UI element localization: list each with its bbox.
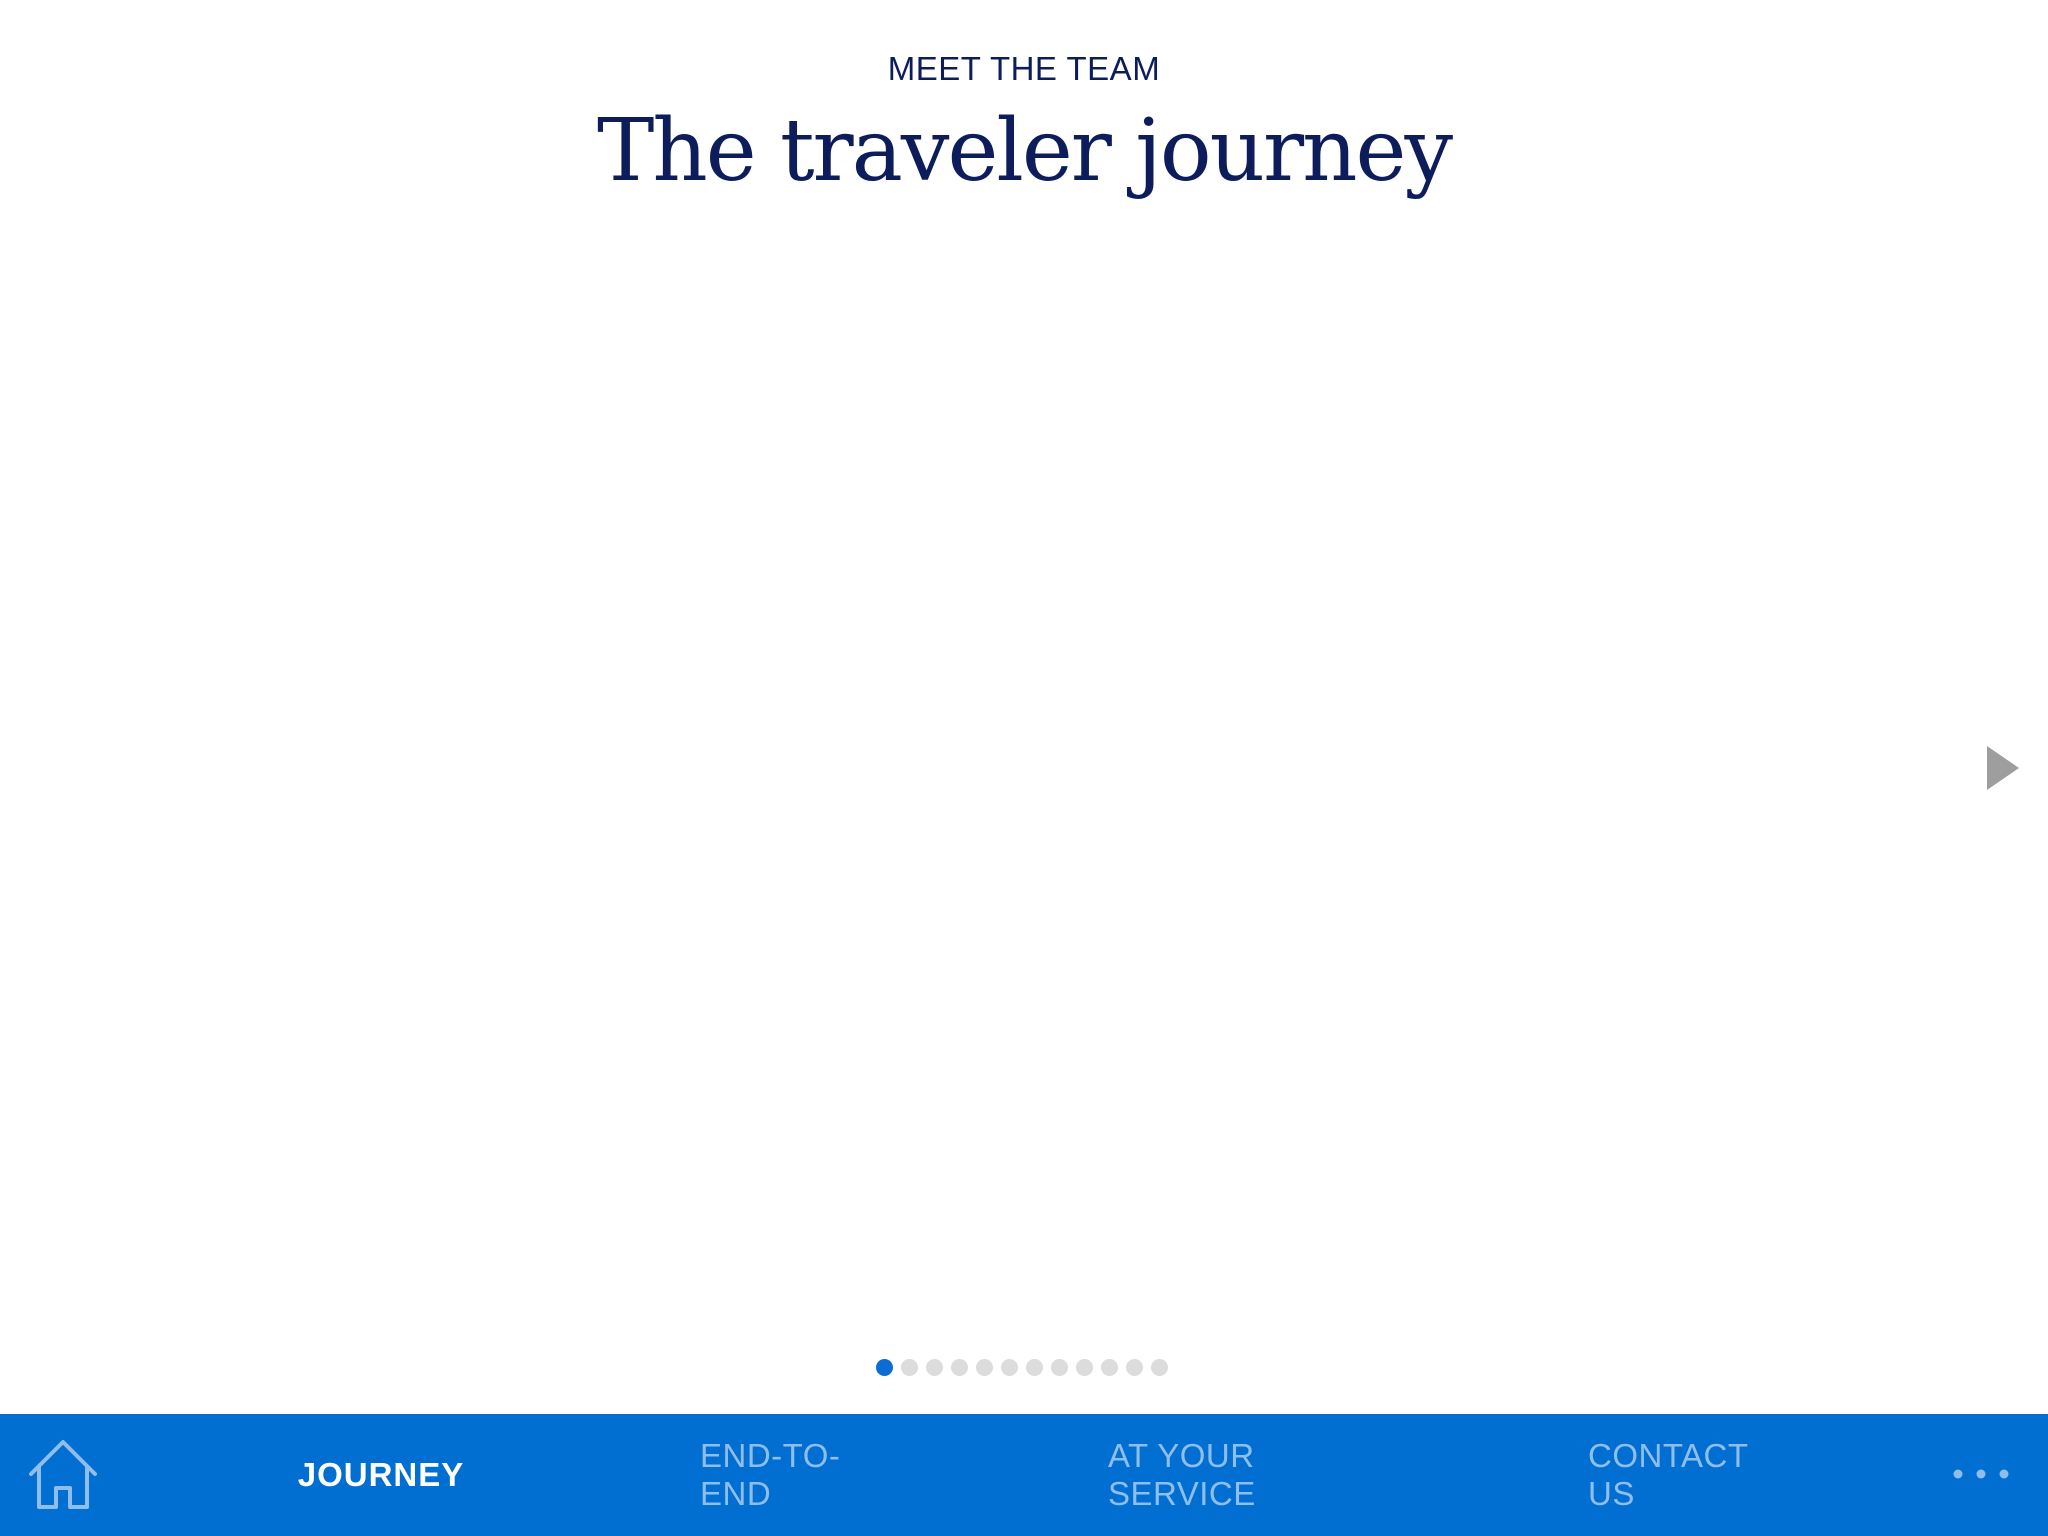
tab-label: AT YOUR SERVICE	[1108, 1437, 1256, 1512]
ellipsis-icon	[1953, 1469, 2009, 1479]
pagination-dot[interactable]	[951, 1358, 968, 1376]
page-title: The traveler journey	[596, 101, 1453, 201]
pagination-dot[interactable]	[1076, 1358, 1093, 1376]
play-triangle-icon	[1987, 746, 2019, 790]
pagination-dot[interactable]	[1101, 1358, 1118, 1376]
tab-label: CONTACT US	[1588, 1437, 1748, 1512]
home-icon	[29, 1440, 97, 1509]
pagination-dot[interactable]	[1051, 1358, 1068, 1376]
tab-label: END-TO-END	[700, 1437, 841, 1512]
pagination-dot[interactable]	[1126, 1358, 1143, 1376]
tab-journey[interactable]: JOURNEY	[297, 1414, 465, 1536]
pagination-dot[interactable]	[901, 1358, 918, 1376]
home-button[interactable]	[24, 1436, 102, 1514]
pagination-dot[interactable]	[1026, 1358, 1043, 1376]
pagination-dot[interactable]	[1001, 1358, 1018, 1376]
pagination-dot[interactable]	[926, 1358, 943, 1376]
section-eyebrow: MEET THE TEAM	[887, 50, 1161, 87]
tab-label: JOURNEY	[297, 1456, 465, 1493]
pagination-dot[interactable]	[976, 1358, 993, 1376]
more-button[interactable]	[1946, 1454, 2016, 1494]
tab-contact-us[interactable]: CONTACT US	[1588, 1414, 1798, 1536]
next-slide-button[interactable]	[1983, 744, 2023, 792]
pagination-dot[interactable]	[876, 1358, 893, 1376]
pagination-dots	[876, 1358, 1176, 1376]
pagination-dot[interactable]	[1151, 1358, 1168, 1376]
bottom-tab-bar: JOURNEY END-TO-END AT YOUR SERVICE CONTA…	[0, 1414, 2048, 1536]
tab-end-to-end[interactable]: END-TO-END	[700, 1414, 906, 1536]
tab-at-your-service[interactable]: AT YOUR SERVICE	[1108, 1414, 1394, 1536]
